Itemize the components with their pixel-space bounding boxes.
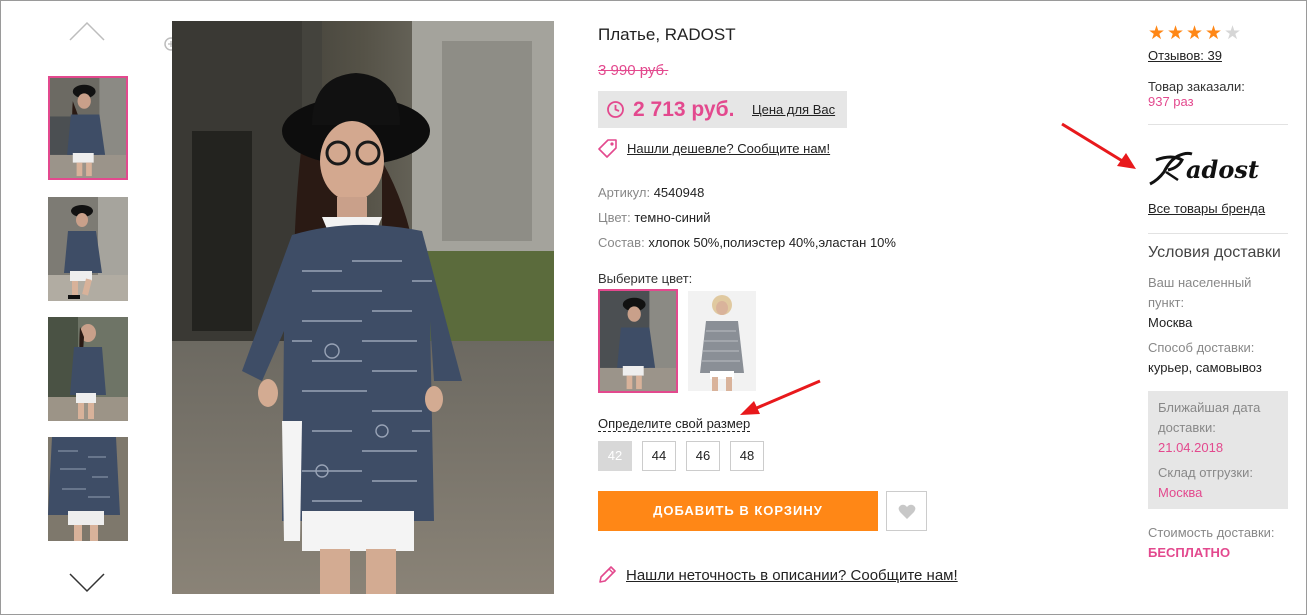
locality-value[interactable]: Москва xyxy=(1148,315,1192,330)
gallery-thumb[interactable] xyxy=(48,437,128,541)
property-label: Цвет: xyxy=(598,210,631,225)
old-price: 3 990 руб. xyxy=(598,62,669,79)
report-inaccuracy-text[interactable]: Нашли неточность в описании? Сообщите на… xyxy=(626,567,958,584)
rating-stars: ★ ★ ★ ★ ★ xyxy=(1148,23,1243,44)
gallery-thumb[interactable] xyxy=(48,197,128,301)
price-tag-icon xyxy=(598,139,617,158)
all-brand-products-link[interactable]: Все товары бренда xyxy=(1148,201,1265,216)
favorite-button[interactable] xyxy=(886,491,927,531)
add-to-cart-button[interactable]: ДОБАВИТЬ В КОРЗИНУ xyxy=(598,491,878,531)
delivery-cost-label: Стоимость доставки: xyxy=(1148,525,1275,540)
property-article: Артикул: 4540948 xyxy=(598,180,896,205)
size-option-46[interactable]: 46 xyxy=(686,441,720,471)
product-title: Платье, RADOST xyxy=(598,25,736,44)
price-box: 2 713 руб. Цена для Вас xyxy=(598,91,847,128)
product-properties: Артикул: 4540948 Цвет: темно-синий Соста… xyxy=(598,180,896,255)
found-cheaper-text[interactable]: Нашли дешевле? Сообщите нам! xyxy=(627,141,830,156)
star-icon: ★ xyxy=(1167,23,1185,44)
color-select-label: Выберите цвет: xyxy=(598,271,693,286)
star-icon: ★ xyxy=(1148,23,1166,44)
thumb-photo-image xyxy=(48,317,128,421)
gallery-next-button[interactable] xyxy=(68,572,106,594)
pencil-icon xyxy=(599,566,616,583)
gallery-thumb[interactable] xyxy=(48,317,128,421)
warehouse-label: Склад отгрузки: xyxy=(1158,465,1253,480)
size-guide-link[interactable]: Определите свой размер xyxy=(598,416,751,432)
warehouse-value: Москва xyxy=(1158,485,1203,500)
nearest-date-value: 21.04.2018 xyxy=(1158,440,1224,455)
size-option-42[interactable]: 42 xyxy=(598,441,632,471)
property-value: темно-синий xyxy=(634,210,711,225)
brand-logo-image: adost xyxy=(1149,151,1259,186)
current-price: 2 713 руб. xyxy=(633,98,735,121)
thumb-photo-image xyxy=(48,197,128,301)
size-option-44[interactable]: 44 xyxy=(642,441,676,471)
main-product-photo[interactable] xyxy=(172,21,554,594)
color-swatch-grey[interactable] xyxy=(688,291,756,391)
chevron-down-icon xyxy=(69,573,105,593)
property-color: Цвет: темно-синий xyxy=(598,205,896,230)
reviews-link[interactable]: Отзывов: 39 xyxy=(1148,48,1222,63)
gallery-prev-button[interactable] xyxy=(68,20,106,42)
chevron-up-icon xyxy=(69,21,105,41)
star-icon: ★ xyxy=(1186,23,1204,44)
thumb-photo-image xyxy=(50,78,126,178)
gallery-thumb[interactable] xyxy=(48,76,128,180)
star-icon: ★ xyxy=(1205,23,1223,44)
property-label: Состав: xyxy=(598,235,645,250)
ordered-value: 937 раз xyxy=(1148,94,1194,109)
price-note: Цена для Вас xyxy=(752,102,836,117)
brand-logo-text: adost xyxy=(1186,155,1259,184)
size-option-48[interactable]: 48 xyxy=(730,441,764,471)
nearest-date-label: Ближайшая дата доставки: xyxy=(1158,400,1261,435)
delivery-method-value: курьер, самовывоз xyxy=(1148,360,1262,375)
heart-icon xyxy=(898,504,916,519)
divider xyxy=(1148,124,1288,125)
color-swatch-dark-blue[interactable] xyxy=(598,289,678,393)
delivery-cost-value: БЕСПЛАТНО xyxy=(1148,545,1231,560)
delivery-method-label: Способ доставки: xyxy=(1148,340,1255,355)
property-value: 4540948 xyxy=(653,185,705,200)
divider xyxy=(1148,233,1288,234)
brand-logo[interactable]: adost xyxy=(1148,150,1268,188)
locality-label: Ваш населенный пункт: xyxy=(1148,275,1252,310)
ordered-label: Товар заказали: xyxy=(1148,79,1245,94)
swatch-photo-image xyxy=(688,291,756,391)
property-composition: Состав: хлопок 50%,полиэстер 40%,эластан… xyxy=(598,230,896,255)
star-icon: ★ xyxy=(1224,23,1242,44)
thumb-photo-image xyxy=(48,437,128,541)
delivery-title: Условия доставки xyxy=(1148,244,1281,261)
clock-icon xyxy=(607,101,624,118)
swatch-photo-image xyxy=(600,291,676,391)
product-photo-image xyxy=(172,21,554,594)
property-value: хлопок 50%,полиэстер 40%,эластан 10% xyxy=(648,235,896,250)
nearest-delivery-box: Ближайшая дата доставки: 21.04.2018 Скла… xyxy=(1148,391,1288,509)
property-label: Артикул: xyxy=(598,185,651,200)
